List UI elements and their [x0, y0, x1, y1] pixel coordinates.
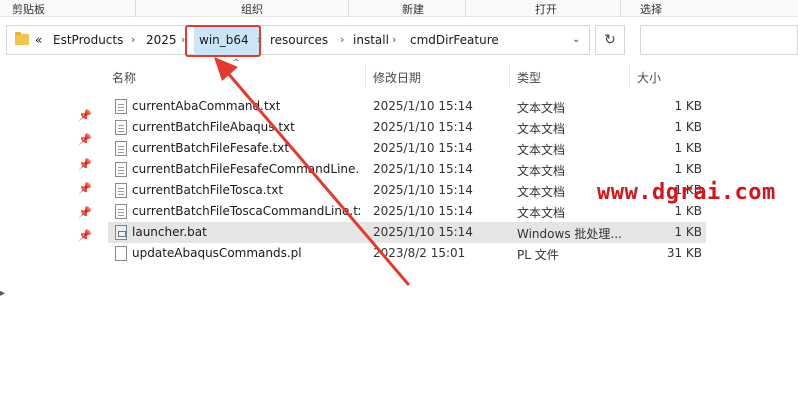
refresh-icon: ↻ [604, 32, 616, 48]
chevron-right-icon[interactable]: › [392, 33, 396, 46]
file-size: 1 KB [674, 204, 702, 218]
file-type: 文本文档 [517, 164, 566, 178]
folder-icon [15, 32, 29, 45]
pin-icon[interactable]: 📌 [78, 182, 92, 195]
chevron-right-icon[interactable]: › [131, 33, 135, 46]
ribbon-group-organize: 组织 [241, 3, 263, 16]
sort-ascending-icon: ⌃ [232, 58, 241, 69]
search-input[interactable] [640, 25, 798, 55]
text-file-icon [115, 99, 127, 114]
column-separator[interactable] [365, 64, 366, 88]
nav-pane-edge-marker: ▸ [0, 288, 6, 299]
file-size: 1 KB [674, 162, 702, 176]
ribbon-separator [348, 0, 349, 17]
batch-file-icon [115, 225, 127, 240]
file-row[interactable]: currentBatchFileAbaqus.txt 2025/1/10 15:… [108, 117, 706, 138]
file-name: currentBatchFileToscaCommandLine.txt [132, 204, 360, 218]
file-type: PL 文件 [517, 248, 559, 262]
refresh-button[interactable]: ↻ [595, 25, 625, 55]
ribbon-group-clipboard: 剪贴板 [12, 3, 45, 16]
ribbon-group-open: 打开 [535, 3, 557, 16]
file-type: 文本文档 [517, 206, 566, 220]
column-header-date[interactable]: 修改日期 [373, 69, 421, 86]
chevron-down-icon[interactable]: ⌄ [572, 34, 580, 45]
file-size: 31 KB [666, 246, 702, 260]
pin-icon[interactable]: 📌 [78, 109, 92, 122]
file-row-selected[interactable]: launcher.bat 2025/1/10 15:14 Windows 批处理… [108, 222, 706, 243]
breadcrumb-overflow[interactable]: « [35, 33, 42, 47]
file-name: currentBatchFileTosca.txt [132, 183, 284, 197]
file-date: 2025/1/10 15:14 [373, 183, 473, 197]
file-name: launcher.bat [132, 225, 207, 239]
text-file-icon [115, 120, 127, 135]
file-date: 2025/1/10 15:14 [373, 120, 473, 134]
file-size: 1 KB [674, 99, 702, 113]
watermark-text: www.dgrai.com [597, 180, 776, 205]
breadcrumb-resources[interactable]: resources [270, 33, 328, 47]
pin-icon[interactable]: 📌 [78, 206, 92, 219]
file-type: Windows 批处理... [517, 227, 622, 241]
column-header-type[interactable]: 类型 [517, 69, 541, 86]
text-file-icon [115, 183, 127, 198]
file-size: 1 KB [674, 225, 702, 239]
file-row[interactable]: updateAbaqusCommands.pl 2023/8/2 15:01 P… [108, 243, 706, 264]
ribbon-separator [620, 0, 621, 17]
pl-file-icon [115, 246, 127, 261]
ribbon-group-select: 选择 [640, 3, 662, 16]
text-file-icon [115, 204, 127, 219]
file-row[interactable]: currentAbaCommand.txt 2025/1/10 15:14 文本… [108, 96, 706, 117]
pin-icon[interactable]: 📌 [78, 229, 92, 242]
file-name: currentBatchFileFesafeCommandLine.... [132, 162, 360, 176]
ribbon-separator [465, 0, 466, 17]
file-date: 2025/1/10 15:14 [373, 204, 473, 218]
file-type: 文本文档 [517, 185, 566, 199]
file-size: 1 KB [674, 141, 702, 155]
file-row[interactable]: currentBatchFileFesafeCommandLine.... 20… [108, 159, 706, 180]
file-name: currentBatchFileFesafe.txt [132, 141, 290, 155]
breadcrumb-install[interactable]: install [353, 33, 389, 47]
file-row[interactable]: currentBatchFileFesafe.txt 2025/1/10 15:… [108, 138, 706, 159]
file-name: currentAbaCommand.txt [132, 99, 281, 113]
text-file-icon [115, 141, 127, 156]
breadcrumb-estproducts[interactable]: EstProducts [53, 33, 123, 47]
ribbon-group-labels: 剪贴板 组织 新建 打开 选择 [0, 0, 798, 17]
annotation-highlight-box [185, 25, 261, 57]
file-type: 文本文档 [517, 122, 566, 136]
pin-icon[interactable]: 📌 [78, 158, 92, 171]
column-separator[interactable] [509, 64, 510, 88]
ribbon-group-new: 新建 [402, 3, 424, 16]
column-separator[interactable] [629, 64, 630, 88]
breadcrumb-cmddirfeature[interactable]: cmdDirFeature [410, 33, 499, 47]
column-header-name[interactable]: 名称 [112, 69, 136, 86]
pin-icon[interactable]: 📌 [78, 133, 92, 146]
text-file-icon [115, 162, 127, 177]
address-bar[interactable]: « EstProducts › 2025 › win_b64 › resourc… [6, 25, 590, 55]
file-type: 文本文档 [517, 101, 566, 115]
column-header-size[interactable]: 大小 [637, 69, 661, 86]
file-date: 2025/1/10 15:14 [373, 99, 473, 113]
file-date: 2025/1/10 15:14 [373, 141, 473, 155]
file-name: currentBatchFileAbaqus.txt [132, 120, 295, 134]
ribbon-separator [135, 0, 136, 17]
file-date: 2025/1/10 15:14 [373, 162, 473, 176]
file-type: 文本文档 [517, 143, 566, 157]
file-date: 2025/1/10 15:14 [373, 225, 473, 239]
file-date: 2023/8/2 15:01 [373, 246, 466, 260]
chevron-right-icon[interactable]: › [340, 33, 344, 46]
file-name: updateAbaqusCommands.pl [132, 246, 302, 260]
file-size: 1 KB [674, 120, 702, 134]
breadcrumb-2025[interactable]: 2025 [146, 33, 177, 47]
